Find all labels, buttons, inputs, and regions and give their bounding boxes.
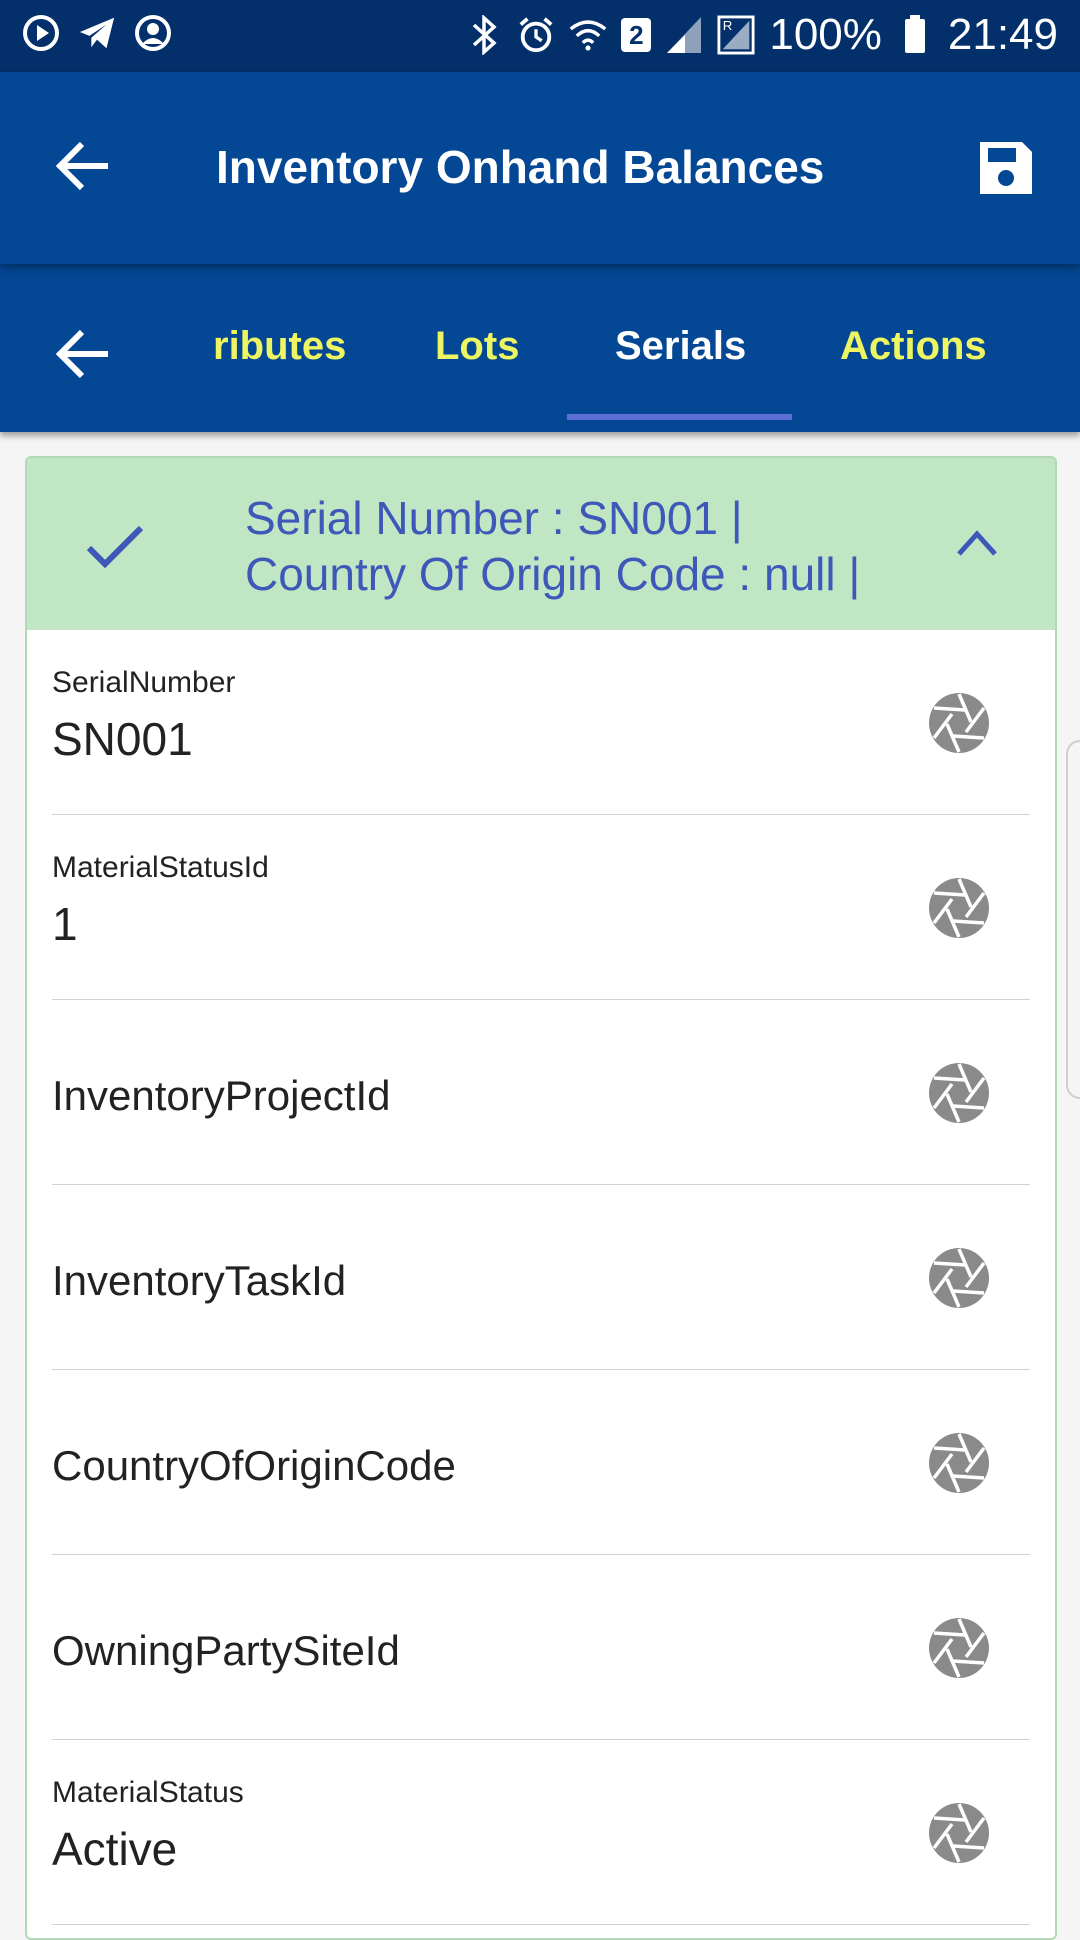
- tab-attributes[interactable]: ributes: [213, 324, 346, 369]
- serial-card: Serial Number : SN001 | Country Of Origi…: [25, 456, 1057, 1940]
- card-title: Serial Number : SN001 | Country Of Origi…: [245, 490, 885, 602]
- field-row-material-status[interactable]: MaterialStatus Active: [52, 1740, 1030, 1925]
- save-icon[interactable]: [976, 138, 1036, 198]
- field-label: InventoryProjectId: [52, 1072, 391, 1119]
- bluetooth-icon: [465, 15, 503, 55]
- lens-icon[interactable]: [928, 1062, 990, 1124]
- field-row-material-status-id[interactable]: MaterialStatusId 1: [52, 815, 1030, 1000]
- sim2-icon: 2: [621, 18, 652, 52]
- app-bar: Inventory Onhand Balances: [0, 72, 1080, 264]
- tab-lots[interactable]: Lots: [435, 324, 519, 369]
- card-header[interactable]: Serial Number : SN001 | Country Of Origi…: [27, 458, 1055, 630]
- wifi-icon: [569, 16, 607, 54]
- field-value: Active: [52, 1823, 178, 1875]
- scroll-handle[interactable]: [1066, 740, 1080, 1099]
- lens-icon[interactable]: [928, 692, 990, 754]
- field-row-inventory-project-id[interactable]: InventoryProjectId: [52, 1000, 1030, 1185]
- tab-scroll-back-icon[interactable]: [52, 322, 116, 386]
- field-value: SN001: [52, 713, 193, 765]
- card-title-line2: Country Of Origin Code : null |: [245, 548, 861, 600]
- lens-icon[interactable]: [928, 877, 990, 939]
- field-row-country-of-origin-code[interactable]: CountryOfOriginCode: [52, 1370, 1030, 1555]
- field-list: SerialNumber SN001 MaterialStatusId 1 In…: [27, 630, 1055, 1925]
- lens-icon[interactable]: [928, 1617, 990, 1679]
- page-title: Inventory Onhand Balances: [216, 141, 825, 193]
- field-label: SerialNumber: [52, 666, 236, 699]
- media-play-icon: [22, 14, 60, 52]
- lens-icon[interactable]: [928, 1802, 990, 1864]
- field-label: MaterialStatusId: [52, 851, 269, 884]
- field-value: 1: [52, 898, 78, 950]
- field-row-owning-party-site-id[interactable]: OwningPartySiteId: [52, 1555, 1030, 1740]
- clock: 21:49: [947, 10, 1058, 59]
- field-row-serial-number[interactable]: SerialNumber SN001: [52, 630, 1030, 815]
- field-label: InventoryTaskId: [52, 1257, 347, 1304]
- signal-icon: [665, 16, 703, 54]
- telegram-icon: [78, 14, 116, 52]
- card-title-line1: Serial Number : SN001 |: [245, 492, 743, 544]
- lens-icon[interactable]: [928, 1432, 990, 1494]
- field-label: CountryOfOriginCode: [52, 1442, 456, 1489]
- battery-icon: [896, 15, 934, 54]
- check-icon: [83, 520, 147, 572]
- signal-roaming-icon: R: [717, 15, 755, 55]
- tab-bar: ributes Lots Serials Actions: [0, 264, 1080, 432]
- field-label: MaterialStatus: [52, 1776, 244, 1809]
- lens-icon[interactable]: [928, 1247, 990, 1309]
- field-label: OwningPartySiteId: [52, 1627, 400, 1674]
- status-bar: 2 R 100% 21:49: [0, 0, 1080, 72]
- alarm-icon: [517, 16, 555, 54]
- back-arrow-icon[interactable]: [52, 134, 116, 198]
- tab-actions[interactable]: Actions: [840, 324, 987, 369]
- chevron-up-icon[interactable]: [955, 528, 999, 558]
- active-tab-indicator: [567, 414, 792, 420]
- account-icon: [134, 14, 172, 52]
- battery-percent: 100%: [769, 10, 882, 59]
- tab-serials[interactable]: Serials: [615, 324, 746, 369]
- svg-text:R: R: [723, 18, 733, 33]
- field-row-inventory-task-id[interactable]: InventoryTaskId: [52, 1185, 1030, 1370]
